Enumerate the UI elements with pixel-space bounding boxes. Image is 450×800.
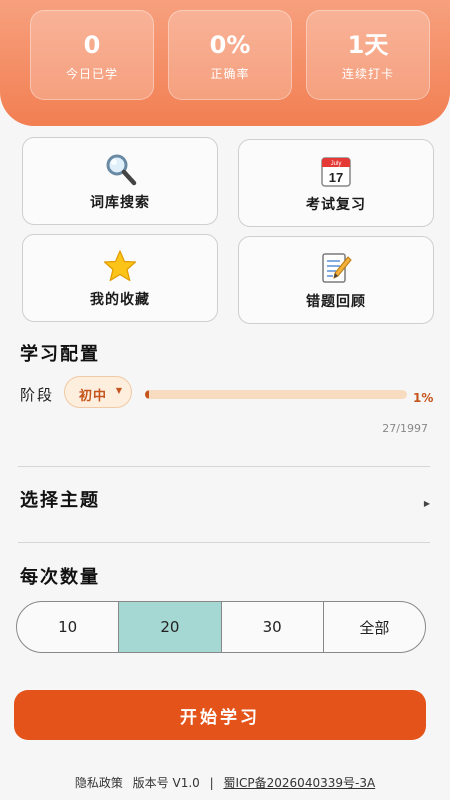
- calendar-day-text: 17: [329, 170, 343, 185]
- card-label: 考试复习: [306, 197, 366, 213]
- quantity-option[interactable]: 10: [17, 602, 120, 652]
- card-exam-review[interactable]: July 17 考试复习: [238, 139, 434, 227]
- quantity-option[interactable]: 30: [222, 602, 324, 652]
- card-favorites[interactable]: 我的收藏: [22, 234, 218, 322]
- star-icon: [103, 250, 137, 282]
- card-word-search[interactable]: 词库搜索: [22, 137, 218, 225]
- divider: [18, 466, 430, 467]
- progress-track: [145, 390, 407, 399]
- stat-label: 正确率: [210, 67, 250, 81]
- stage-select-value: 初中: [79, 389, 108, 404]
- footer-separator: |: [209, 776, 214, 790]
- stat-label: 今日已学: [65, 67, 118, 81]
- stats-header: 0 今日已学 0% 正确率 1天 连续打卡: [0, 0, 450, 126]
- start-learning-button[interactable]: 开始学习: [14, 690, 426, 740]
- stage-label: 阶段: [20, 386, 55, 404]
- quantity-segmented-control: 10 20 30 全部: [16, 601, 426, 653]
- progress-percent: 1%: [413, 391, 434, 405]
- progress-count: 27/1997: [382, 422, 428, 435]
- memo-icon: [322, 253, 352, 283]
- stat-value: 0%: [209, 31, 251, 59]
- stat-today-learned: 0 今日已学: [30, 10, 154, 100]
- chevron-right-icon: ▶: [423, 499, 430, 508]
- calendar-icon: July 17: [321, 157, 351, 187]
- card-mistake-review[interactable]: 错题回顾: [238, 236, 434, 324]
- quantity-option[interactable]: 20: [119, 602, 222, 652]
- card-label: 词库搜索: [90, 195, 150, 211]
- version-text: 版本号 V1.0: [132, 776, 200, 790]
- card-label: 错题回顾: [306, 294, 366, 310]
- section-title-config: 学习配置: [20, 344, 100, 365]
- topic-label: 选择主题: [20, 490, 100, 511]
- card-label: 我的收藏: [90, 292, 150, 308]
- stat-streak: 1天 连续打卡: [306, 10, 430, 100]
- magnifier-icon: [106, 154, 137, 186]
- divider: [18, 542, 430, 543]
- stage-select[interactable]: 初中 ▼: [64, 376, 132, 408]
- icp-link[interactable]: 蜀ICP备2026040339号-3A: [223, 776, 375, 790]
- caret-down-icon: ▼: [115, 386, 123, 395]
- quantity-option[interactable]: 全部: [324, 602, 425, 652]
- privacy-policy-link[interactable]: 隐私政策: [75, 776, 123, 790]
- select-topic-row[interactable]: 选择主题 ▶: [0, 478, 450, 520]
- calendar-month-text: July: [331, 161, 342, 167]
- stat-value: 1天: [347, 31, 389, 59]
- section-title-quantity: 每次数量: [20, 567, 100, 588]
- progress-fill: [145, 390, 149, 399]
- stat-value: 0: [83, 31, 101, 59]
- stat-accuracy: 0% 正确率: [168, 10, 292, 100]
- stat-label: 连续打卡: [341, 67, 394, 81]
- footer: 隐私政策 版本号 V1.0 | 蜀ICP备2026040339号-3A: [0, 774, 450, 791]
